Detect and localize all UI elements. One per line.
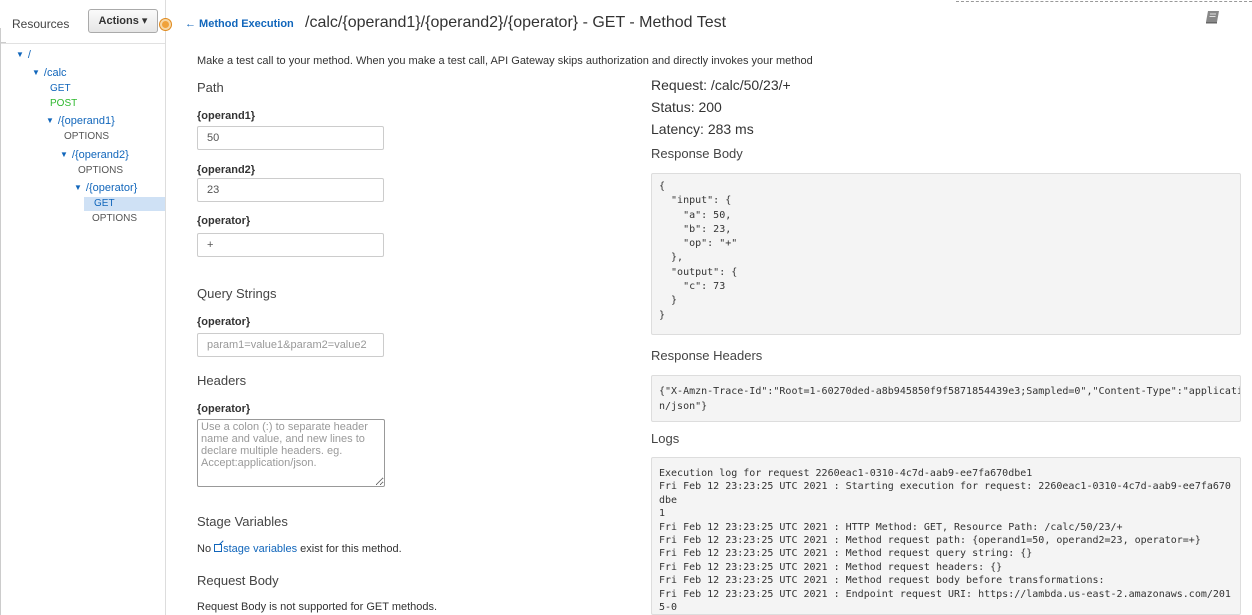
tree-method-operator-options[interactable]: OPTIONS: [92, 212, 137, 226]
page-title: /calc/{operand1}/{operand2}/{operator} -…: [305, 14, 727, 31]
headers-operator-label: {operator}: [197, 403, 251, 415]
caret-down-icon[interactable]: ▼: [60, 148, 68, 162]
tree-method-calc-post[interactable]: POST: [50, 97, 77, 111]
tree-node-operand2[interactable]: ▼ /{operand2}: [60, 148, 129, 162]
request-body-title: Request Body: [197, 573, 279, 588]
query-strings-title: Query Strings: [197, 286, 277, 301]
dashed-divider: [956, 1, 1252, 2]
caret-down-icon[interactable]: ▼: [74, 181, 82, 195]
response-body-box: { "input": { "a": 50, "b": 23, "op": "+"…: [651, 173, 1241, 335]
tree-node-root[interactable]: ▼ /: [16, 48, 31, 62]
response-body-title: Response Body: [651, 146, 743, 161]
external-link-icon[interactable]: [214, 544, 223, 552]
stage-variables-prefix: No: [197, 543, 215, 555]
tree-node-label[interactable]: /{operand2}: [72, 149, 129, 161]
method-execution-back-link[interactable]: ← Method Execution: [185, 18, 294, 30]
operator-label: {operator}: [197, 215, 251, 227]
stage-variables-title: Stage Variables: [197, 514, 288, 529]
tree-node-label[interactable]: /calc: [44, 67, 67, 79]
caret-down-icon[interactable]: ▼: [16, 48, 24, 62]
query-operator-label: {operator}: [197, 316, 251, 328]
page-description: Make a test call to your method. When yo…: [197, 55, 813, 67]
tree-method-operand2-options[interactable]: OPTIONS: [78, 164, 123, 178]
operator-input[interactable]: [197, 233, 384, 257]
stage-variables-link-label[interactable]: stage variables: [223, 543, 297, 555]
tree-node-label[interactable]: /{operator}: [86, 182, 137, 194]
caret-down-icon[interactable]: ▼: [46, 114, 54, 128]
response-headers-box: {"X-Amzn-Trace-Id":"Root=1-60270ded-a8b9…: [651, 375, 1241, 422]
stage-variables-text: No stage variables exist for this method…: [197, 543, 402, 555]
page-header: ← Method Execution /calc/{operand1}/{ope…: [166, 0, 1252, 44]
latency-line: Latency: 283 ms: [651, 121, 754, 137]
stage-variables-suffix: exist for this method.: [297, 543, 402, 555]
operand2-label: {operand2}: [197, 164, 256, 176]
request-body-text: Request Body is not supported for GET me…: [197, 601, 438, 613]
logs-title: Logs: [651, 431, 680, 446]
status-line: Status: 200: [651, 99, 722, 115]
book-icon[interactable]: [1205, 10, 1221, 24]
tree-node-label[interactable]: /: [28, 49, 31, 61]
operand1-input[interactable]: [197, 126, 384, 150]
headers-textarea[interactable]: [197, 419, 385, 487]
tree-method-calc-get[interactable]: GET: [50, 82, 71, 96]
query-strings-input[interactable]: [197, 333, 384, 357]
tree-node-operand1[interactable]: ▼ /{operand1}: [46, 114, 115, 128]
caret-down-icon[interactable]: ▼: [32, 66, 40, 80]
operand2-input[interactable]: [197, 178, 384, 202]
tree-method-operand1-options[interactable]: OPTIONS: [64, 130, 109, 144]
tree-node-calc[interactable]: ▼ /calc: [32, 66, 67, 80]
headers-title: Headers: [197, 373, 247, 388]
operand1-label: {operand1}: [197, 110, 256, 122]
tree-node-operator[interactable]: ▼ /{operator}: [74, 181, 137, 195]
stage-variables-link[interactable]: stage variables: [214, 543, 297, 555]
resources-title: Resources: [12, 17, 70, 31]
actions-button[interactable]: Actions ▾: [88, 9, 158, 33]
sidebar-header: Resources Actions ▾: [0, 0, 165, 44]
path-section-title: Path: [197, 80, 224, 95]
sidebar-tree-guide: [0, 28, 6, 615]
response-headers-title: Response Headers: [651, 348, 763, 363]
tree-method-operator-get[interactable]: GET: [94, 197, 115, 211]
resources-sidebar: Resources Actions ▾ ▼ / ▼/calc GET POST ▼…: [0, 0, 166, 615]
tree-node-label[interactable]: /{operand1}: [58, 115, 115, 127]
request-line: Request: /calc/50/23/+: [651, 77, 791, 93]
logs-box: Execution log for request 2260eac1-0310-…: [651, 457, 1241, 615]
